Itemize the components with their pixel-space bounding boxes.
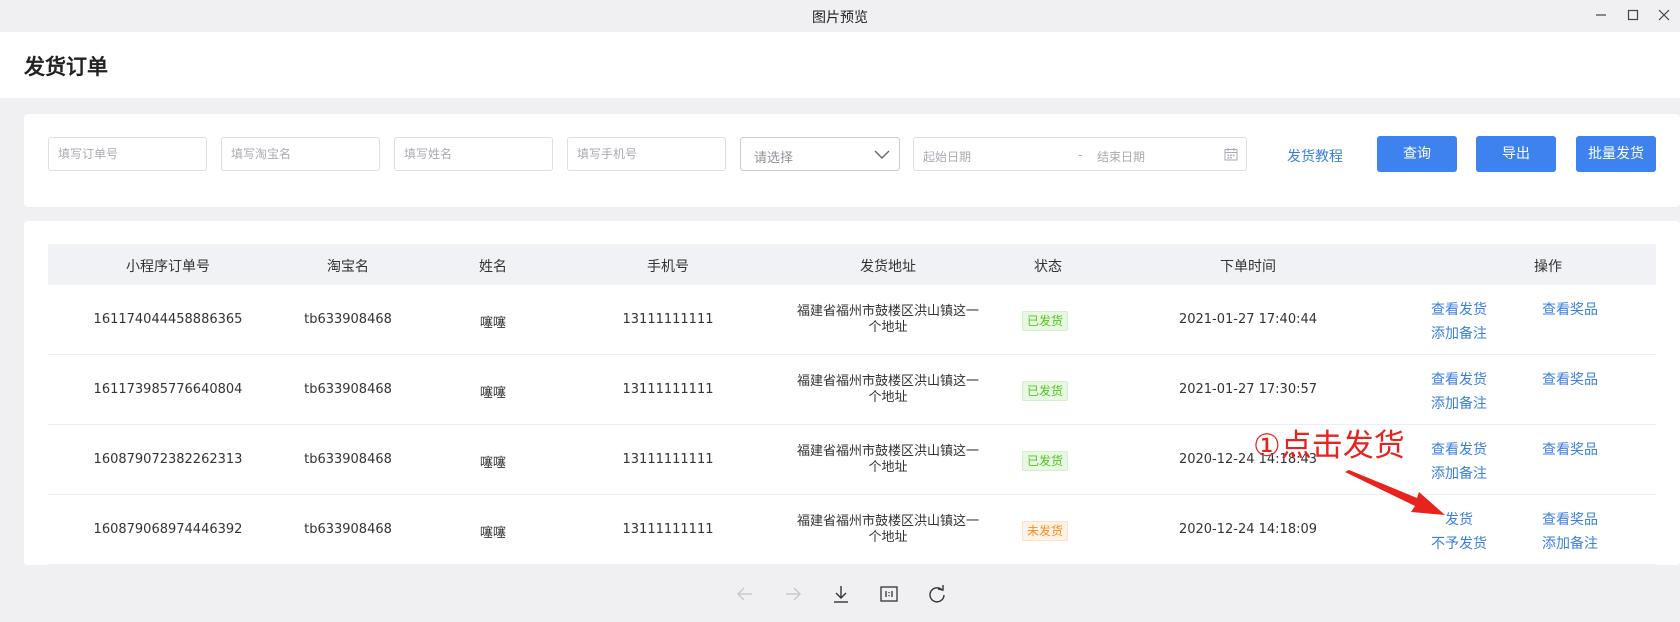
- cell-time: 2020-12-24 14:18:09: [1178, 522, 1318, 537]
- cell-taobao: tb633908468: [304, 312, 392, 327]
- cell-order-no: 160879068974446392: [93, 522, 243, 537]
- download-icon: [834, 586, 848, 603]
- status-badge: 已发货: [1022, 311, 1069, 331]
- cell-phone: 13111111111: [622, 312, 714, 327]
- status-select[interactable]: 请选择: [740, 137, 900, 171]
- status-select-value: 请选择: [754, 151, 794, 166]
- cell-phone: 13111111111: [622, 522, 714, 537]
- status-badge: 已发货: [1022, 381, 1069, 401]
- maximize-icon: [1627, 9, 1639, 21]
- cell-address: 福建省福州市鼓楼区洪山镇这一 个地址: [796, 514, 979, 545]
- close-button[interactable]: [1651, 4, 1677, 26]
- view-prize-link[interactable]: 查看奖品: [1542, 439, 1598, 459]
- next-image-button[interactable]: [781, 582, 805, 606]
- add-note-link[interactable]: 添加备注: [1431, 393, 1487, 413]
- cell-time: 2021-01-27 17:30:57: [1178, 382, 1318, 397]
- batch-ship-button[interactable]: 批量发货: [1576, 136, 1656, 172]
- header-actions: 操作: [1534, 259, 1562, 275]
- minimize-button[interactable]: [1588, 4, 1614, 26]
- cell-taobao: tb633908468: [304, 382, 392, 397]
- query-button[interactable]: 查询: [1377, 136, 1457, 172]
- minimize-icon: [1596, 14, 1606, 16]
- cell-phone: 13111111111: [622, 452, 714, 467]
- table-row: 161173985776640804 tb633908468 噻噻 131111…: [48, 355, 1656, 425]
- view-shipment-link[interactable]: 查看发货: [1431, 299, 1487, 319]
- cell-name: 噻噻: [479, 316, 506, 331]
- header-order-no: 小程序订单号: [126, 259, 210, 275]
- chevron-down-icon: [874, 150, 890, 159]
- table-header: 小程序订单号 淘宝名 姓名 手机号 发货地址 状态 下单时间 操作: [48, 244, 1656, 285]
- date-range-picker[interactable]: 起始日期 - 结束日期: [913, 137, 1247, 171]
- cell-order-no: 161173985776640804: [93, 382, 243, 397]
- view-prize-link[interactable]: 查看奖品: [1542, 509, 1598, 529]
- close-icon: [1658, 9, 1670, 21]
- arrow-right-icon: [786, 587, 801, 601]
- viewer-toolbar: [0, 565, 1680, 622]
- view-shipment-link[interactable]: 查看发货: [1431, 369, 1487, 389]
- rotate-icon: [929, 585, 945, 603]
- arrow-left-icon: [737, 587, 752, 601]
- cell-address: 福建省福州市鼓楼区洪山镇这一 个地址: [796, 304, 979, 335]
- prev-image-button[interactable]: [733, 582, 757, 606]
- maximize-button[interactable]: [1620, 4, 1646, 26]
- phone-input[interactable]: [567, 137, 726, 171]
- cell-name: 噻噻: [479, 456, 506, 471]
- actual-size-button[interactable]: [877, 582, 901, 606]
- header-address: 发货地址: [860, 259, 916, 275]
- cell-name: 噻噻: [479, 526, 506, 541]
- shipping-tutorial-link[interactable]: 发货教程: [1287, 146, 1343, 166]
- cell-name: 噻噻: [479, 386, 506, 401]
- add-note-link[interactable]: 添加备注: [1542, 533, 1598, 553]
- page-title: 发货订单: [24, 55, 108, 79]
- view-prize-link[interactable]: 查看奖品: [1542, 369, 1598, 389]
- view-prize-link[interactable]: 查看奖品: [1542, 299, 1598, 319]
- download-button[interactable]: [829, 582, 853, 606]
- taobao-name-input[interactable]: [221, 137, 380, 171]
- name-input[interactable]: [394, 137, 553, 171]
- header-taobao: 淘宝名: [327, 259, 369, 275]
- date-separator: -: [1078, 148, 1083, 162]
- header-phone: 手机号: [647, 259, 689, 275]
- view-shipment-link[interactable]: 查看发货: [1431, 439, 1487, 459]
- annotation-arrow-icon: [1345, 470, 1445, 515]
- end-date-field[interactable]: 结束日期: [1097, 148, 1145, 165]
- annotation-label: ①点击发货: [1253, 428, 1405, 464]
- cell-address: 福建省福州市鼓楼区洪山镇这一 个地址: [796, 444, 979, 475]
- filter-panel: 请选择 起始日期 - 结束日期 发货教程 查询 导出 批量发货: [24, 114, 1680, 207]
- ship-link[interactable]: 发货: [1445, 509, 1473, 529]
- cell-order-no: 160879072382262313: [93, 452, 243, 467]
- table-row: 161174044458886365 tb633908468 噻噻 131111…: [48, 285, 1656, 355]
- cell-taobao: tb633908468: [304, 522, 392, 537]
- calendar-icon: [1224, 148, 1238, 161]
- export-button[interactable]: 导出: [1476, 136, 1556, 172]
- reject-ship-link[interactable]: 不予发货: [1431, 533, 1487, 553]
- cell-phone: 13111111111: [622, 382, 714, 397]
- rotate-button[interactable]: [925, 582, 949, 606]
- cell-address: 福建省福州市鼓楼区洪山镇这一 个地址: [796, 374, 979, 405]
- order-no-input[interactable]: [48, 137, 207, 171]
- header-status: 状态: [1034, 259, 1062, 275]
- header-time: 下单时间: [1220, 259, 1276, 275]
- cell-taobao: tb633908468: [304, 452, 392, 467]
- add-note-link[interactable]: 添加备注: [1431, 323, 1487, 343]
- cell-time: 2021-01-27 17:40:44: [1178, 312, 1318, 327]
- page-header: 发货订单: [0, 32, 1680, 98]
- status-badge: 已发货: [1022, 451, 1069, 471]
- start-date-field[interactable]: 起始日期: [923, 148, 971, 165]
- status-badge: 未发货: [1022, 521, 1069, 541]
- window-titlebar: 图片预览: [0, 0, 1680, 32]
- actual-size-icon: [880, 586, 898, 602]
- cell-order-no: 161174044458886365: [93, 312, 243, 327]
- header-name: 姓名: [479, 259, 507, 275]
- window-title: 图片预览: [812, 10, 868, 26]
